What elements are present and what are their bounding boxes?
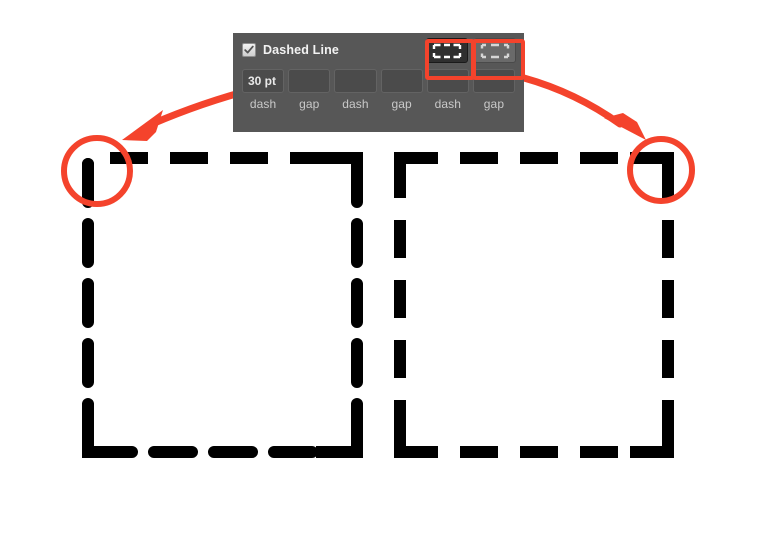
gap-field-2: gap (380, 69, 423, 111)
screenshot-stage: Dashed Line Adjust dashes to corners (0, 0, 768, 534)
corner-style-button-group: Adjust dashes to corners Preserve exact … (426, 38, 516, 63)
dashed-line-checkbox[interactable] (242, 43, 256, 57)
dash-input-3-label: dash (434, 97, 461, 111)
dash-input-2-label: dash (342, 97, 369, 111)
gap-input-3-label: gap (483, 97, 505, 111)
gap-input-3[interactable] (472, 69, 516, 93)
gap-input-1-label: gap (299, 97, 320, 111)
gap-field-1: gap (288, 69, 331, 111)
adjust-dashes-to-corners-button[interactable]: Adjust dashes to corners (426, 38, 468, 63)
dashed-line-panel: Dashed Line Adjust dashes to corners (233, 33, 524, 132)
dash-gap-fields-row: 30 pt dash gap dash gap dash gap (233, 69, 524, 111)
dash-field-1: 30 pt dash (242, 69, 285, 111)
dashed-rect-exact-lengths-icon (480, 43, 510, 58)
callout-circle-left (61, 135, 133, 207)
callout-circle-right (627, 136, 695, 204)
preserve-exact-dash-gap-button[interactable]: Preserve exact dash and gap lengths (474, 38, 516, 63)
gap-field-3: gap (472, 69, 516, 111)
gap-input-2-label: gap (391, 97, 412, 111)
left-dashed-rectangle (82, 152, 363, 458)
dash-input-1-label: dash (249, 97, 277, 111)
dashed-line-label: Dashed Line (263, 43, 339, 57)
panel-header-row: Dashed Line Adjust dashes to corners (233, 33, 524, 67)
dashed-rect-corners-adjusted-icon (432, 43, 462, 58)
dashed-line-toggle[interactable]: Dashed Line (242, 43, 339, 57)
gap-input-2[interactable] (380, 69, 423, 93)
right-rect-bottom-right-corner-joint (630, 414, 674, 458)
dash-input-3[interactable] (426, 69, 469, 93)
checkmark-icon (244, 45, 254, 54)
dash-input-1[interactable]: 30 pt (242, 69, 285, 93)
right-rect-bottom-left-corner-joint (394, 414, 438, 458)
left-rect-bottom-right-corner-joint (316, 420, 363, 458)
dash-field-3: dash (426, 69, 469, 111)
dash-field-2: dash (334, 69, 377, 111)
left-rect-bottom-left-corner-joint (82, 420, 130, 458)
callout-arrow-right-shaft (520, 74, 624, 128)
callout-arrow-left-head (122, 110, 163, 141)
right-rect-top-left-corner-joint (394, 152, 438, 196)
gap-input-1[interactable] (288, 69, 331, 93)
right-dashed-rectangle (394, 152, 674, 458)
callout-arrow-right-head (604, 113, 646, 140)
dash-input-2[interactable] (334, 69, 377, 93)
